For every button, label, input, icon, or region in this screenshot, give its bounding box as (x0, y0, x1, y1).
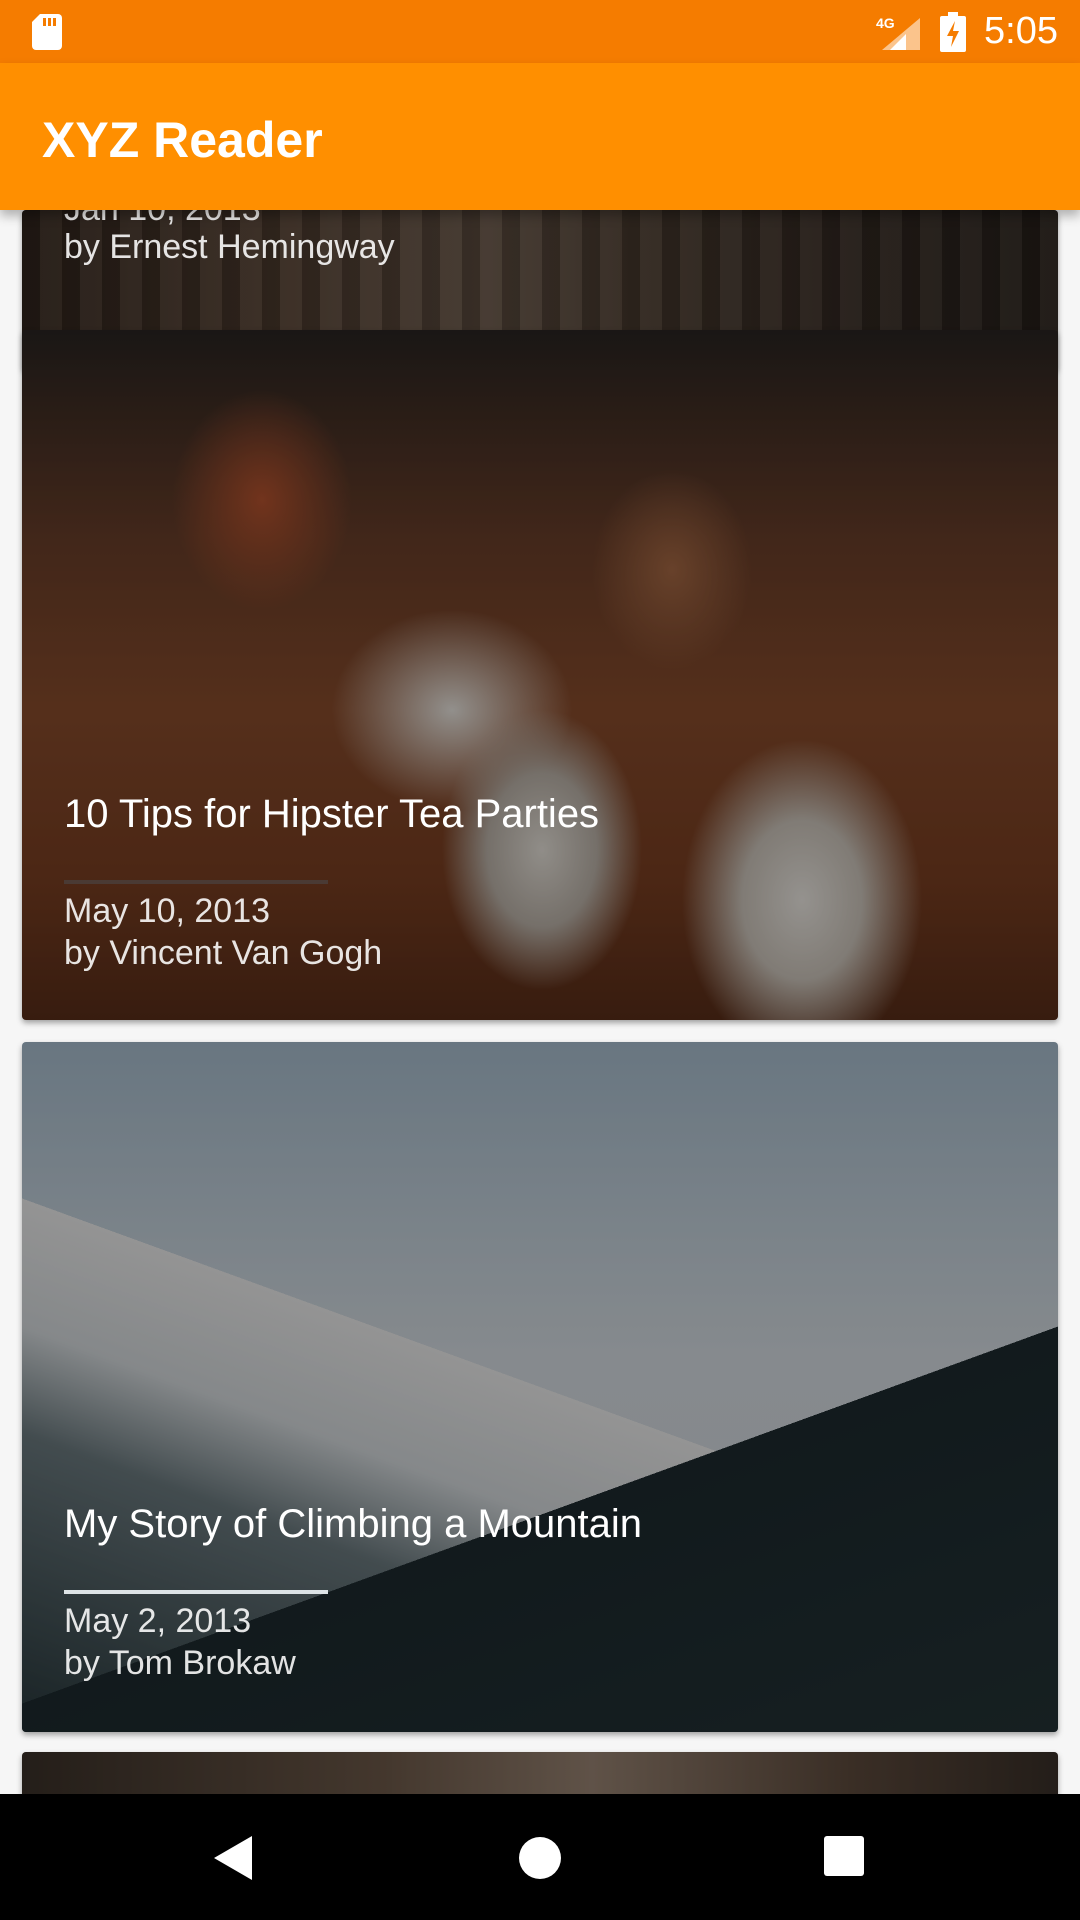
signal-4g-icon: 4G (876, 15, 920, 50)
app-bar: XYZ Reader (0, 63, 1080, 210)
back-icon[interactable] (214, 1836, 254, 1880)
article-list[interactable]: Jan 10, 2013 by Ernest Hemingway 10 Tips… (0, 63, 1080, 1794)
article-title: 10 Tips for Hipster Tea Parties (64, 792, 600, 836)
app-title: XYZ Reader (42, 112, 323, 168)
article-date: May 2, 2013 (64, 1602, 252, 1640)
home-icon[interactable] (518, 1836, 562, 1880)
title-divider (64, 880, 328, 884)
article-card[interactable]: 10 Tips for Hipster Tea Parties May 10, … (22, 330, 1058, 1020)
article-date: May 10, 2013 (64, 892, 271, 930)
article-card[interactable]: My Story of Climbing a Mountain May 2, 2… (22, 1042, 1058, 1732)
recents-icon[interactable] (824, 1836, 864, 1876)
article-title: My Story of Climbing a Mountain (64, 1502, 643, 1546)
clock: 5:05 (984, 10, 1058, 52)
article-author: by Tom Brokaw (64, 1644, 296, 1682)
sd-card-icon (32, 14, 62, 50)
title-divider (64, 1590, 328, 1594)
svg-text:4G: 4G (876, 15, 895, 31)
article-date: Jan 10, 2013 (64, 210, 261, 229)
article-author: by Ernest Hemingway (64, 228, 395, 266)
navigation-bar (0, 1794, 1080, 1920)
article-author: by Vincent Van Gogh (64, 934, 383, 972)
status-bar: 4G 5:05 (0, 0, 1080, 63)
battery-charging-icon (940, 12, 966, 52)
article-card[interactable] (22, 1752, 1058, 1794)
